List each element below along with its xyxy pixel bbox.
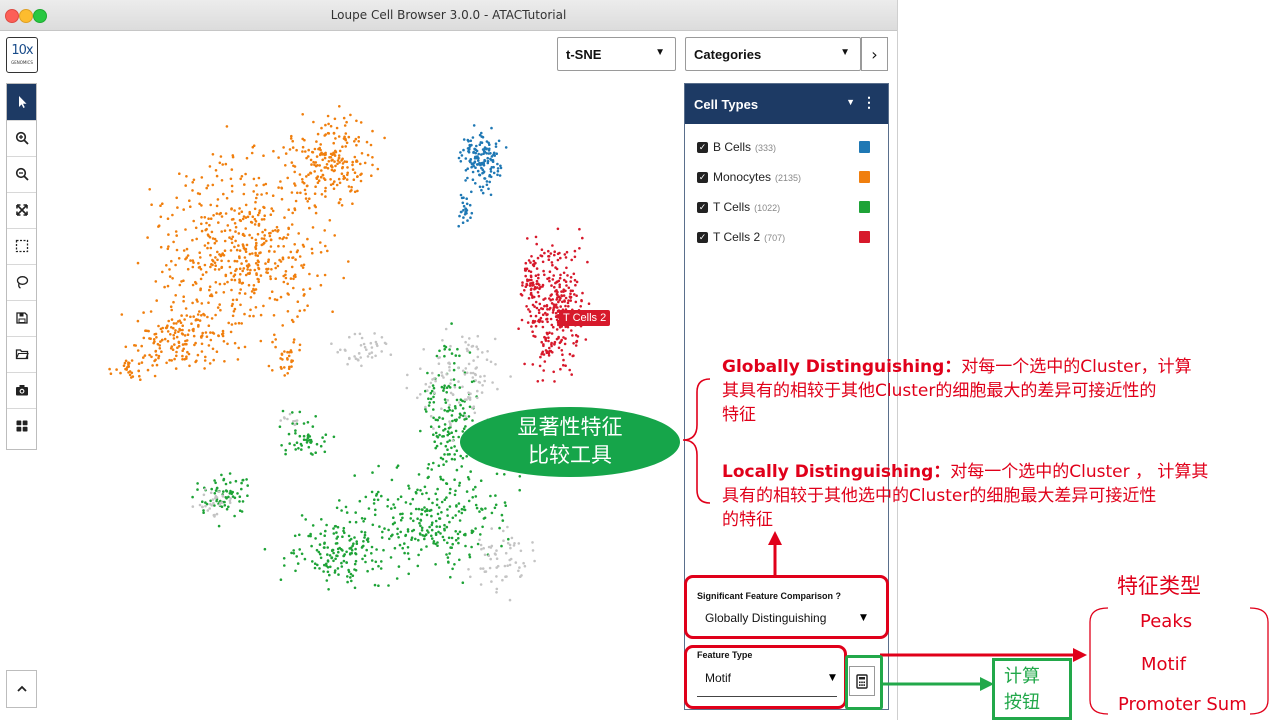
expand-panel-button[interactable]: ›	[861, 37, 888, 71]
global-title: Globally Distinguishing：	[722, 357, 962, 377]
category-value: Categories	[694, 47, 762, 62]
feature-type-peaks: Peaks	[1140, 611, 1193, 632]
cell-type-name: B Cells (333)	[713, 140, 777, 154]
calc-line1: 计算	[1004, 666, 1040, 687]
cell-type-item[interactable]: ✓ T Cells (1022)	[697, 199, 882, 219]
arrow-right-head	[1073, 648, 1087, 662]
cell-type-name: T Cells (1022)	[713, 200, 781, 214]
cell-type-item[interactable]: ✓ Monocytes (2135)	[697, 169, 882, 189]
checkbox-checked[interactable]: ✓	[697, 142, 708, 153]
global-line2: 其具有的相较于其他Cluster的细胞最大的差异可接近性的	[722, 381, 1157, 401]
cluster-label-t-cells-2: T Cells 2	[559, 310, 611, 326]
cell-type-count: (707)	[764, 233, 786, 243]
feature-type-highlight-box	[684, 645, 847, 709]
chevron-right-icon: ›	[871, 44, 878, 64]
cell-type-name: T Cells 2 (707)	[713, 230, 786, 244]
global-line1: 对每一个选中的Cluster，计算	[961, 357, 1192, 377]
color-swatch[interactable]	[859, 141, 870, 153]
caret-down-icon: ▼	[840, 47, 850, 58]
checkbox-checked[interactable]: ✓	[697, 202, 708, 213]
cell-type-count: (333)	[755, 143, 777, 153]
color-swatch[interactable]	[859, 171, 870, 183]
checkbox-checked[interactable]: ✓	[697, 172, 708, 183]
color-swatch[interactable]	[859, 231, 870, 243]
cell-type-item[interactable]: ✓ T Cells 2 (707)	[697, 229, 882, 249]
cell-type-name: Monocytes (2135)	[713, 170, 802, 184]
callout-line2: 比较工具	[528, 443, 612, 467]
panel-header: Cell Types ▼ ⋮	[685, 84, 888, 124]
feature-types-title: 特征类型	[1117, 574, 1201, 598]
calc-line2: 按钮	[1004, 692, 1040, 713]
callout-ellipse: 显著性特征 比较工具	[460, 407, 680, 477]
more-options-icon[interactable]: ⋮	[862, 94, 876, 111]
category-dropdown[interactable]: Categories ▼	[685, 37, 861, 71]
local-line1: 对每一个选中的Cluster ， 计算其	[950, 462, 1209, 482]
feature-type-promoter-sum: Promoter Sum	[1118, 694, 1247, 715]
cell-type-count: (1022)	[754, 203, 781, 213]
global-line3: 特征	[722, 405, 756, 425]
local-annotation: Locally Distinguishing：对每一个选中的Cluster ， …	[722, 460, 1277, 532]
compute-highlight-box	[845, 655, 883, 710]
feature-types-left-brace	[1089, 607, 1109, 715]
callout-line1: 显著性特征	[517, 415, 623, 439]
sfc-highlight-box	[684, 575, 889, 639]
cell-type-item[interactable]: ✓ B Cells (333)	[697, 139, 882, 159]
checkbox-checked[interactable]: ✓	[697, 232, 708, 243]
caret-down-icon[interactable]: ▼	[846, 97, 855, 107]
global-annotation: Globally Distinguishing：对每一个选中的Cluster，计…	[722, 355, 1277, 427]
local-title: Locally Distinguishing：	[722, 462, 951, 482]
tsne-plot[interactable]	[0, 0, 680, 720]
local-line3: 的特征	[722, 510, 773, 530]
cell-type-count: (2135)	[775, 173, 802, 183]
panel-title: Cell Types	[694, 97, 759, 112]
feature-types-right-brace	[1249, 607, 1269, 715]
compute-button-label: 计算 按钮	[1004, 664, 1040, 716]
feature-type-motif: Motif	[1141, 654, 1186, 675]
local-line2: 具有的相较于其他选中的Cluster的细胞最大差异可接近性	[722, 486, 1157, 506]
color-swatch[interactable]	[859, 201, 870, 213]
